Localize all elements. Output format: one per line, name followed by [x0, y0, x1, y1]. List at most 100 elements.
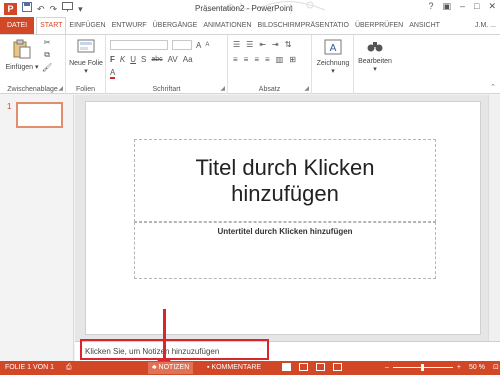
start-from-beginning-icon[interactable] — [62, 2, 74, 15]
slideshow-icon[interactable] — [333, 363, 342, 371]
shrink-font-icon[interactable]: A — [205, 42, 209, 48]
tab-animationen[interactable]: ANIMATIONEN — [200, 17, 254, 34]
dialog-launcher-icon[interactable]: ◢ — [220, 85, 225, 92]
zoom-out-icon[interactable]: – — [385, 364, 389, 371]
align-center-icon[interactable]: ≡ — [244, 55, 249, 64]
clipboard-group-label: Zwischenablage — [7, 86, 58, 93]
undo-icon[interactable]: ↶ — [37, 3, 45, 15]
drawing-button[interactable]: A Zeichnung ▾ — [314, 39, 352, 76]
group-editing: Bearbeiten ▾ — [354, 35, 396, 94]
change-case-button[interactable]: Aa — [183, 55, 193, 64]
copy-icon[interactable]: ⧉ — [44, 50, 50, 60]
tab-bildschirmpraesentation[interactable]: BILDSCHIRMPRÄSENTATIO — [254, 17, 352, 34]
zoom-in-icon[interactable]: + — [457, 364, 461, 371]
editing-button[interactable]: Bearbeiten ▾ — [356, 39, 394, 74]
powerpoint-logo-icon: P — [4, 2, 17, 15]
save-icon[interactable] — [22, 2, 32, 15]
zoom-control: – + 50 % ⊡ — [385, 363, 499, 371]
zoom-level[interactable]: 50 % — [469, 364, 485, 371]
zoom-slider-thumb[interactable] — [420, 363, 424, 371]
ribbon-display-icon[interactable]: ▣ — [442, 1, 451, 12]
paste-icon — [5, 39, 39, 62]
subtitle-placeholder[interactable]: Untertitel durch Klicken hinzufügen — [134, 222, 436, 279]
notes-highlight-box — [80, 339, 269, 360]
tab-start[interactable]: START — [36, 17, 67, 34]
paste-button[interactable]: Einfügen ▾ — [5, 39, 39, 72]
text-direction-icon[interactable]: ⇅ — [285, 40, 292, 49]
slide-thumbnail[interactable] — [16, 102, 63, 128]
justify-icon[interactable]: ≡ — [265, 55, 270, 64]
tab-ansicht[interactable]: ANSICHT — [406, 17, 443, 34]
shapes-icon: A — [314, 39, 352, 58]
title-placeholder[interactable]: Titel durch Klicken hinzufügen — [134, 139, 436, 222]
tab-datei[interactable]: DATEI — [0, 17, 35, 34]
underline-button[interactable]: U — [130, 55, 136, 64]
paragraph-row-2: ≡ ≡ ≡ ≡ ▥ ⊞ — [233, 55, 296, 64]
tab-entwurf[interactable]: ENTWURF — [109, 17, 150, 34]
close-icon[interactable]: ✕ — [488, 1, 496, 12]
group-font: A A F K U S abc AV Aa A Schriftart ◢ — [106, 35, 228, 94]
align-right-icon[interactable]: ≡ — [254, 55, 259, 64]
font-name-field[interactable] — [110, 40, 168, 50]
normal-view-icon[interactable] — [282, 363, 291, 371]
help-icon[interactable]: ? — [428, 1, 433, 12]
vertical-scrollbar[interactable] — [488, 95, 500, 341]
slide-sorter-icon[interactable] — [299, 363, 308, 371]
cut-icon[interactable]: ✂ — [44, 38, 51, 47]
window-title: Präsentation2 - PowerPoint — [195, 4, 293, 13]
chevron-down-icon: ▾ — [84, 68, 88, 75]
font-group-label: Schriftart — [152, 86, 181, 93]
bold-button[interactable]: F — [110, 55, 115, 64]
slide-canvas[interactable]: Titel durch Klicken hinzufügen Untertite… — [85, 101, 481, 335]
collapse-ribbon-icon[interactable]: ⌃ — [490, 83, 496, 91]
bullets-icon[interactable]: ☰ — [233, 40, 240, 49]
notes-button-label: NOTIZEN — [158, 364, 190, 371]
group-slides: Neue Folie ▾ Folien — [66, 35, 106, 94]
spellcheck-icon[interactable]: ⎙ — [66, 364, 72, 371]
fit-to-window-icon[interactable]: ⊡ — [493, 363, 499, 371]
redo-icon[interactable]: ↷ — [50, 3, 58, 15]
paragraph-group-label: Absatz — [258, 86, 281, 93]
decrease-indent-icon[interactable]: ⇤ — [259, 40, 266, 49]
tab-ueberpruefen[interactable]: ÜBERPRÜFEN — [352, 17, 406, 34]
user-account[interactable]: J.M. ... — [471, 17, 500, 34]
new-slide-button[interactable]: Neue Folie ▾ — [69, 39, 103, 76]
tab-uebergaenge[interactable]: ÜBERGÄNGE — [150, 17, 201, 34]
align-left-icon[interactable]: ≡ — [233, 55, 238, 64]
dialog-launcher-icon[interactable]: ◢ — [58, 85, 63, 92]
editing-label: Bearbeiten — [358, 58, 392, 65]
dialog-launcher-icon[interactable]: ◢ — [304, 85, 309, 92]
binoculars-icon — [356, 39, 394, 56]
customize-icon[interactable]: ▾ — [78, 3, 83, 15]
strikethrough-button[interactable]: abc — [151, 56, 162, 63]
font-size-field[interactable] — [172, 40, 192, 50]
view-buttons — [282, 363, 342, 371]
group-drawing: A Zeichnung ▾ — [312, 35, 354, 94]
chevron-down-icon: ▾ — [373, 66, 377, 73]
font-name-row: A A — [110, 40, 209, 50]
zoom-slider[interactable] — [392, 363, 453, 371]
increase-indent-icon[interactable]: ⇥ — [272, 40, 279, 49]
notes-button[interactable]: ♣ NOTIZEN — [148, 362, 194, 374]
tab-einfuegen[interactable]: EINFÜGEN — [66, 17, 108, 34]
slide-info: FOLIE 1 VON 1 ⎙ — [5, 364, 72, 372]
font-color-button[interactable]: A — [110, 68, 116, 79]
numbering-icon[interactable]: ☰ — [246, 40, 253, 49]
format-painter-icon[interactable]: 🖌 — [42, 63, 52, 72]
minimize-icon[interactable]: – — [460, 1, 465, 12]
italic-button[interactable]: K — [120, 55, 125, 64]
restore-icon[interactable]: □ — [474, 1, 479, 12]
new-slide-icon — [69, 39, 103, 58]
quick-access-toolbar: P ↶ ↷ ▾ — [4, 2, 83, 15]
notes-icon: ♣ — [152, 364, 157, 371]
grow-font-icon[interactable]: A — [196, 41, 201, 50]
columns-icon[interactable]: ▥ — [276, 55, 284, 64]
reading-view-icon[interactable] — [316, 363, 325, 371]
svg-text:A: A — [330, 43, 337, 54]
smartart-icon[interactable]: ⊞ — [289, 55, 296, 64]
char-spacing-icon[interactable]: AV — [168, 55, 178, 64]
shadow-button[interactable]: S — [141, 55, 146, 64]
comments-button[interactable]: ▪ KOMMENTARE — [204, 362, 264, 374]
comment-icon: ▪ — [207, 364, 210, 371]
status-bar: FOLIE 1 VON 1 ⎙ ♣ NOTIZEN ▪ KOMMENTARE –… — [0, 361, 500, 375]
